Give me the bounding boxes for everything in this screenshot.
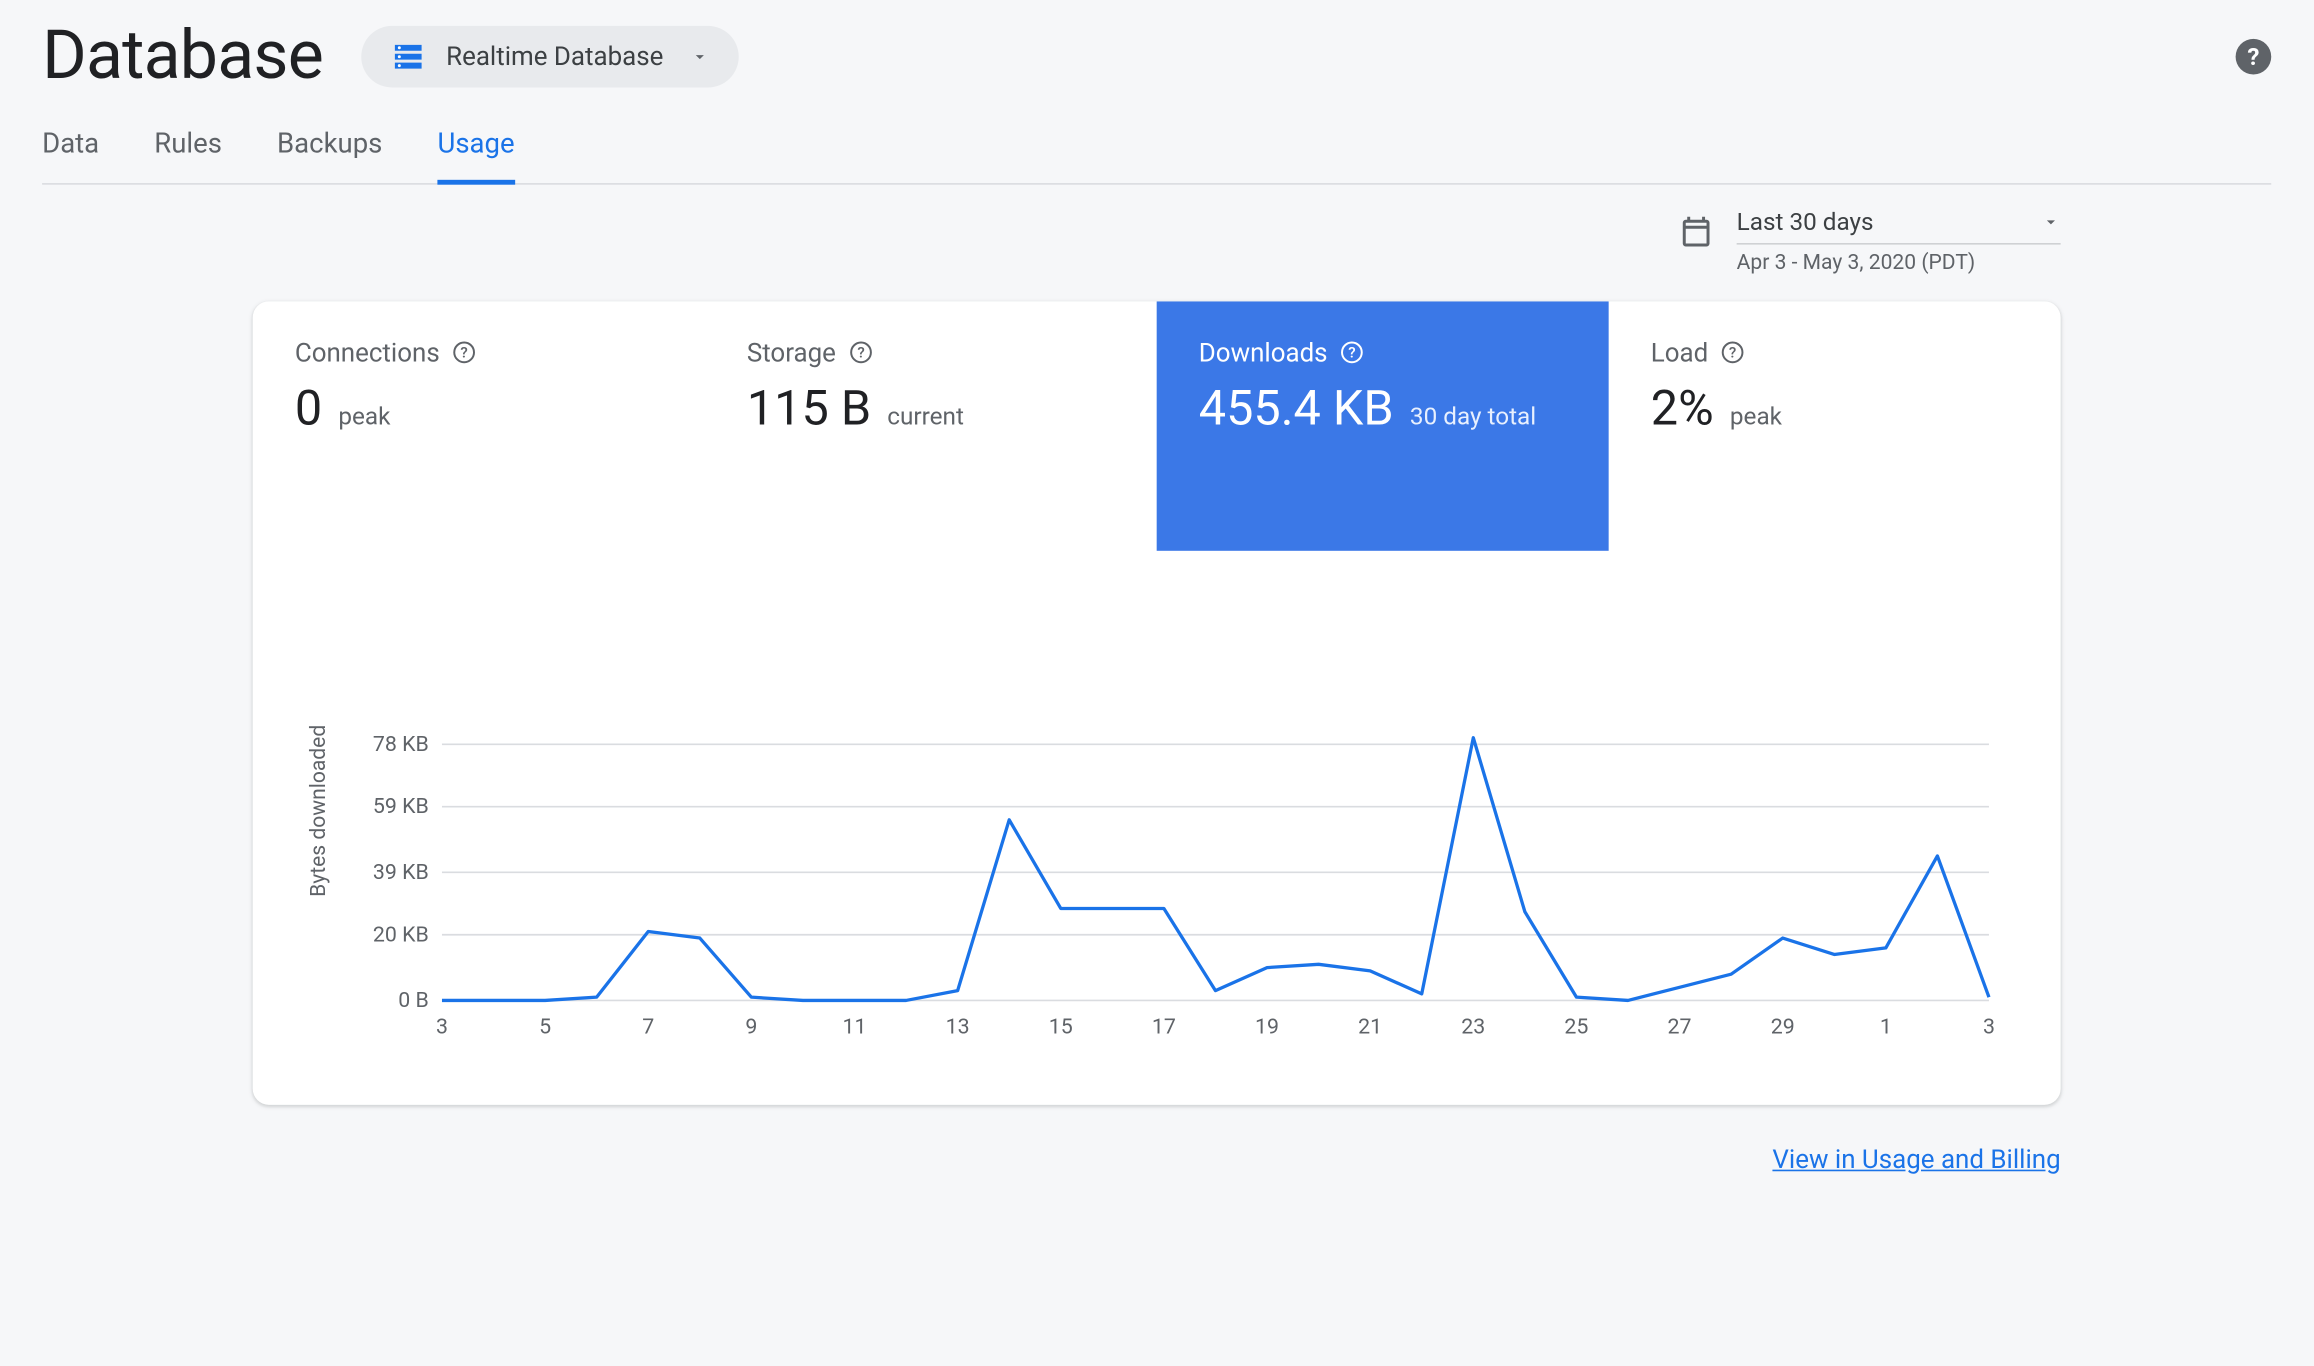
help-icon[interactable]: ? — [2236, 38, 2272, 74]
svg-text:21: 21 — [1358, 1014, 1382, 1039]
svg-text:19: 19 — [1255, 1014, 1279, 1039]
svg-text:?: ? — [1730, 344, 1737, 362]
metric-suffix: peak — [338, 402, 390, 431]
metric-label: Connections — [295, 337, 440, 368]
svg-text:3: 3 — [436, 1014, 448, 1039]
instance-selector-label: Realtime Database — [446, 41, 663, 72]
metric-value: 455.4 KB — [1199, 381, 1394, 438]
svg-text:20 KB: 20 KB — [373, 922, 429, 947]
metric-label: Storage — [747, 337, 836, 368]
tab-backups[interactable]: Backups — [277, 112, 382, 185]
svg-text:17: 17 — [1152, 1014, 1176, 1039]
metric-load[interactable]: Load ? 2% peak — [1609, 301, 2061, 550]
instance-selector[interactable]: Realtime Database — [362, 25, 738, 87]
chevron-down-icon — [689, 46, 708, 65]
svg-text:25: 25 — [1564, 1014, 1588, 1039]
tab-usage[interactable]: Usage — [437, 112, 514, 185]
date-range-sublabel: Apr 3 - May 3, 2020 (PDT) — [1737, 251, 2061, 275]
metric-suffix: 30 day total — [1410, 402, 1536, 431]
chart-ylabel: Bytes downloaded — [307, 726, 331, 898]
metric-label: Downloads — [1199, 337, 1328, 368]
tab-bar: Data Rules Backups Usage — [42, 112, 2271, 185]
svg-text:3: 3 — [1983, 1014, 1995, 1039]
date-range-selector[interactable]: Last 30 days Apr 3 - May 3, 2020 (PDT) — [1678, 207, 2060, 275]
svg-text:0 B: 0 B — [398, 988, 429, 1013]
metric-storage[interactable]: Storage ? 115 B current — [705, 301, 1157, 550]
chart-region: Bytes downloaded 0 B 20 KB 39 KB 59 KB 78 KB… — [253, 551, 2061, 1105]
svg-text:27: 27 — [1668, 1014, 1692, 1039]
svg-text:29: 29 — [1771, 1014, 1795, 1039]
usage-billing-link[interactable]: View in Usage and Billing — [1772, 1144, 2060, 1175]
metric-downloads[interactable]: Downloads ? 455.4 KB 30 day total — [1157, 301, 1609, 550]
calendar-icon — [1678, 214, 1714, 250]
chevron-down-icon — [2041, 212, 2060, 231]
svg-text:23: 23 — [1461, 1014, 1485, 1039]
date-range-label: Last 30 days — [1737, 207, 1874, 236]
info-icon: ? — [453, 340, 477, 364]
svg-text:?: ? — [461, 344, 468, 362]
metric-suffix: current — [887, 402, 964, 431]
svg-text:59 KB: 59 KB — [373, 794, 429, 819]
page-title: Database — [42, 16, 323, 95]
svg-text:13: 13 — [946, 1014, 970, 1039]
metric-suffix: peak — [1730, 402, 1782, 431]
metric-value: 0 — [295, 381, 322, 438]
tab-data[interactable]: Data — [42, 112, 99, 185]
info-icon: ? — [1341, 340, 1365, 364]
downloads-chart: 0 B20 KB39 KB59 KB78 KB35791113151719212… — [343, 573, 2018, 1049]
metric-connections[interactable]: Connections ? 0 peak — [253, 301, 705, 550]
tab-rules[interactable]: Rules — [154, 112, 222, 185]
svg-text:?: ? — [1349, 344, 1356, 362]
metric-value: 2% — [1651, 381, 1714, 438]
info-icon: ? — [1721, 340, 1745, 364]
svg-text:?: ? — [857, 344, 864, 362]
metric-label: Load — [1651, 337, 1708, 368]
svg-text:15: 15 — [1049, 1014, 1073, 1039]
svg-text:11: 11 — [843, 1014, 867, 1039]
svg-text:1: 1 — [1880, 1014, 1892, 1039]
svg-text:78 KB: 78 KB — [373, 732, 429, 757]
usage-card: Connections ? 0 peak Storage ? 115 B cur… — [253, 301, 2061, 1104]
svg-text:7: 7 — [642, 1014, 654, 1039]
metric-value: 115 B — [747, 381, 871, 438]
svg-text:5: 5 — [539, 1014, 551, 1039]
svg-text:9: 9 — [745, 1014, 757, 1039]
database-icon — [391, 38, 427, 74]
info-icon: ? — [849, 340, 873, 364]
svg-text:39 KB: 39 KB — [373, 860, 429, 885]
